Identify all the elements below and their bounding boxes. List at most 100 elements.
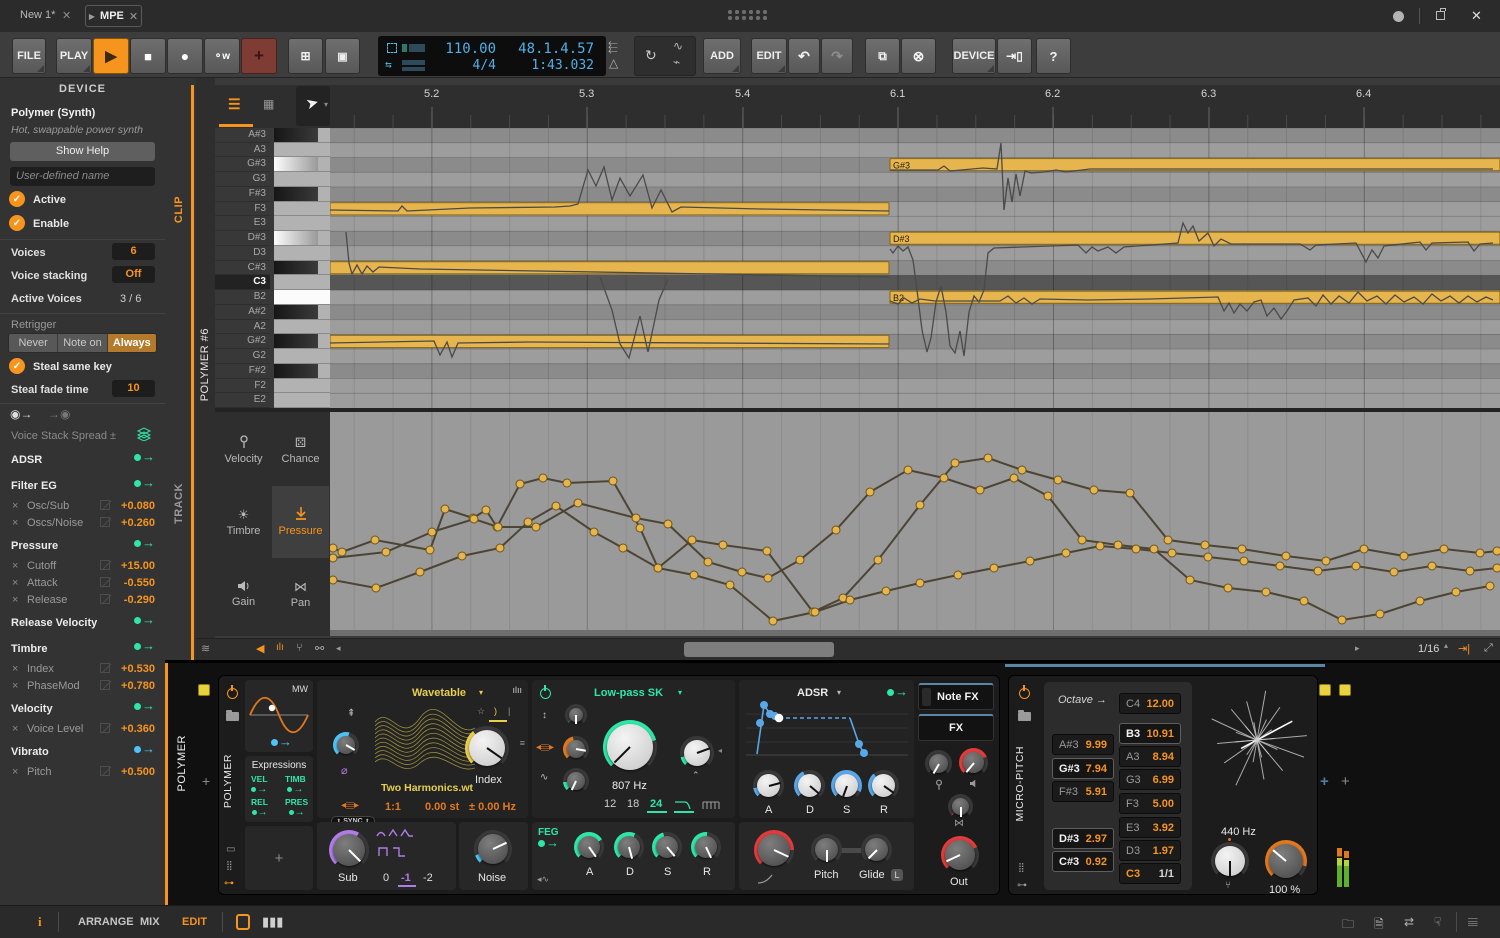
pressure-point[interactable]: [1400, 552, 1408, 560]
view-arrange[interactable]: ARRANGE: [78, 916, 134, 928]
micropitch-key-D#3[interactable]: D#32.97: [1052, 828, 1114, 849]
inspector-panel-icon[interactable]: 🗎: [1374, 915, 1384, 936]
feg-release-knob[interactable]: [691, 832, 721, 862]
view-edit[interactable]: EDIT: [182, 916, 207, 928]
enable-checkbox[interactable]: ✓: [9, 215, 25, 231]
mod-out-tab[interactable]: ◉→: [10, 407, 32, 421]
pressure-point[interactable]: [1360, 545, 1368, 553]
pressure-point[interactable]: [1150, 545, 1158, 553]
phase-icon[interactable]: ⌀: [341, 764, 348, 777]
pressure-point[interactable]: [496, 544, 504, 552]
micropitch-key-C3[interactable]: C31/1: [1119, 863, 1181, 884]
mod-target-voice-level[interactable]: × Voice Level +0.360: [0, 721, 165, 738]
polymer-mapping-icon[interactable]: ⊶: [224, 878, 234, 889]
mod-target-osc-sub[interactable]: × Osc/Sub +0.080: [0, 498, 165, 515]
ref-pitch-knob[interactable]: [1211, 842, 1249, 880]
pressure-point[interactable]: [916, 579, 924, 587]
key-A#3[interactable]: [274, 128, 330, 143]
active-checkbox[interactable]: ✓: [9, 191, 25, 207]
osc-mode-title[interactable]: Wavetable: [412, 687, 466, 699]
rail-track-label[interactable]: TRACK: [173, 483, 185, 524]
pressure-point[interactable]: [539, 474, 547, 482]
mod-target-release[interactable]: × Release -0.290: [0, 592, 165, 609]
glide-legato-badge[interactable]: L: [891, 869, 903, 881]
micropitch-key-A3[interactable]: A38.94: [1119, 746, 1181, 767]
pressure-point[interactable]: [1262, 588, 1270, 596]
add-device-left-icon[interactable]: +: [202, 773, 210, 789]
expression-chance-button[interactable]: ⚄ Chance: [272, 414, 329, 486]
expression-timbre-button[interactable]: ☀ Timbre: [215, 486, 272, 558]
loop-range-icon[interactable]: [387, 43, 397, 53]
pressure-point[interactable]: [574, 499, 582, 507]
pressure-point[interactable]: [372, 584, 380, 592]
pressure-point[interactable]: [874, 556, 882, 564]
pressure-point[interactable]: [688, 536, 696, 544]
pressure-point[interactable]: [636, 524, 644, 532]
mod-target-phasemod[interactable]: × PhaseMod +0.780: [0, 678, 165, 695]
pressure-point[interactable]: [1186, 576, 1194, 584]
key-C#3[interactable]: [274, 261, 330, 276]
amp-envelope-module[interactable]: ADSR ▾ →: [739, 680, 914, 818]
osc-shape-knob[interactable]: [333, 732, 359, 758]
arranger-automation-icon[interactable]: ∿: [673, 39, 683, 53]
pitch-glide-module[interactable]: Pitch Glide L: [739, 822, 914, 890]
mod-section-pressure[interactable]: Pressure →: [0, 534, 165, 558]
amount-value[interactable]: 100 %: [1269, 884, 1300, 896]
pressure-point[interactable]: [1018, 466, 1026, 474]
noise-module[interactable]: Noise: [459, 822, 528, 890]
filter-type-caret-icon[interactable]: ▾: [678, 688, 682, 697]
filter-slope-24[interactable]: 24: [650, 798, 662, 810]
mod-section-adsr[interactable]: ADSR →: [0, 448, 165, 472]
micropitch-key-E3[interactable]: E33.92: [1119, 817, 1181, 838]
osc-spectrum-icon[interactable]: ılıı: [512, 685, 522, 695]
automation-follow-icon[interactable]: ⌁: [673, 55, 680, 69]
pressure-point[interactable]: [524, 518, 532, 526]
polymer-device-name[interactable]: POLYMER: [222, 754, 234, 808]
filter-slope-18[interactable]: 18: [627, 798, 639, 810]
mod-target-attack[interactable]: × Attack -0.550: [0, 575, 165, 592]
scroll-left-icon[interactable]: ◂: [336, 643, 341, 654]
filter-resonance-knob[interactable]: [680, 736, 714, 770]
index-knob[interactable]: [465, 726, 509, 770]
pressure-point[interactable]: [1044, 492, 1052, 500]
expression-slot-rel[interactable]: REL→: [251, 797, 268, 817]
pressure-point[interactable]: [1010, 474, 1018, 482]
oscillator-module[interactable]: Wavetable ▾ ılıı ⇞ ⌀ ☆ ) | ≡ Index Two H…: [317, 680, 528, 818]
drum-editor-tab-icon[interactable]: ▦: [263, 97, 274, 111]
pressure-point[interactable]: [1238, 545, 1246, 553]
pressure-point[interactable]: [609, 477, 617, 485]
pressure-point[interactable]: [1132, 545, 1140, 553]
pressure-point[interactable]: [1114, 541, 1122, 549]
file-button[interactable]: FILE: [12, 38, 46, 74]
polymer-power-icon[interactable]: [227, 688, 238, 699]
retrigger-option-always[interactable]: Always: [108, 334, 156, 352]
view-mix[interactable]: MIX: [140, 916, 160, 928]
link-icon[interactable]: ⚯: [315, 642, 324, 655]
metronome-icon[interactable]: ⬱: [608, 40, 618, 55]
tempo-value[interactable]: 110.00: [445, 41, 496, 57]
filter-keytrack-knob[interactable]: [565, 704, 587, 726]
amp-env-caret-icon[interactable]: ▾: [837, 688, 841, 697]
pressure-point[interactable]: [1476, 549, 1484, 557]
pressure-point[interactable]: [1390, 568, 1398, 576]
song-position[interactable]: 48.1.4.57: [518, 41, 594, 57]
feg-mod-arrow[interactable]: →: [538, 839, 559, 847]
transport-display[interactable]: ⇆ 110.00 4/4 48.1.4.57 1:43.032: [378, 36, 606, 76]
multi-panel-icon[interactable]: ▮▮▮: [262, 914, 283, 930]
filter-env-icon[interactable]: ∿: [540, 772, 548, 783]
key-D#3[interactable]: [274, 231, 330, 246]
grid-size-value[interactable]: 1/16: [1418, 643, 1439, 655]
pressure-point[interactable]: [1078, 536, 1086, 544]
pressure-point[interactable]: [832, 526, 840, 534]
pressure-point[interactable]: [458, 552, 466, 560]
pressure-point[interactable]: [563, 479, 571, 487]
expression-velocity-button[interactable]: Velocity: [215, 414, 272, 486]
ref-pitch-value[interactable]: 440 Hz: [1221, 826, 1256, 838]
key-A3[interactable]: [274, 143, 330, 158]
pressure-point[interactable]: [1314, 567, 1322, 575]
micropitch-key-F#3[interactable]: F#35.91: [1052, 781, 1114, 802]
undo-button[interactable]: ↶: [788, 38, 820, 74]
pressure-point[interactable]: [330, 576, 337, 584]
add-modulator-cell[interactable]: +: [245, 826, 313, 890]
pressure-point[interactable]: [1062, 549, 1070, 557]
